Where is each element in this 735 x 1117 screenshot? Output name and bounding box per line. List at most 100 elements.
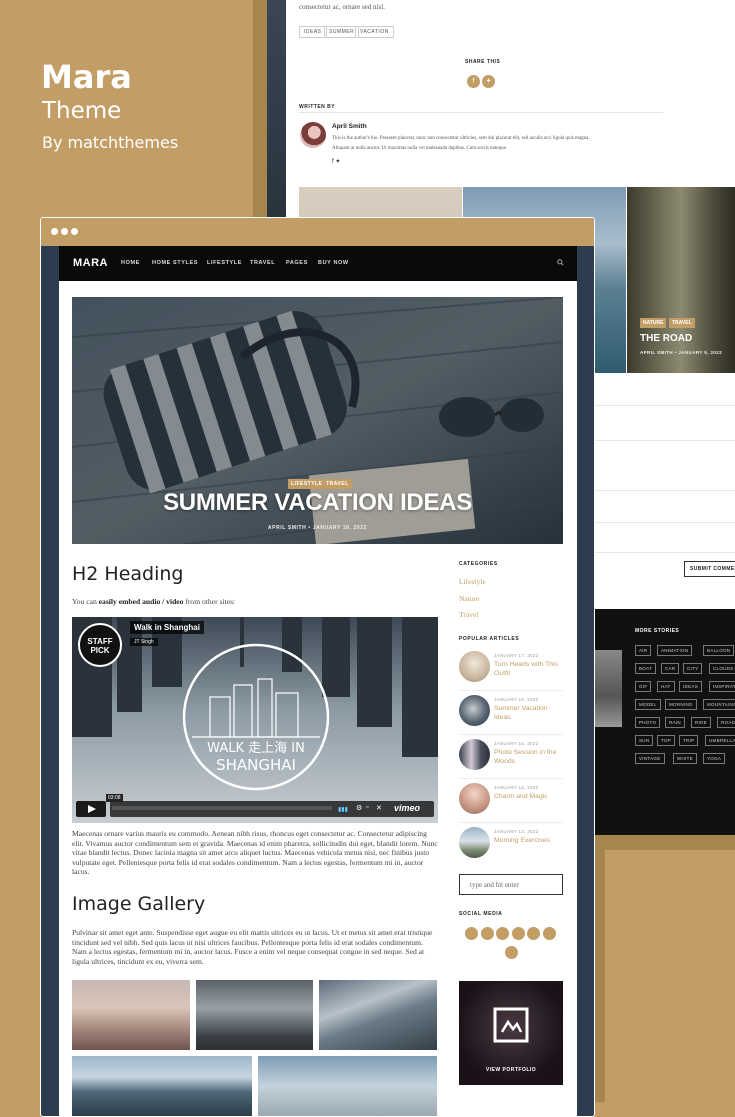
back-tag[interactable]: IDEAS [299,26,327,38]
linkedin-icon[interactable] [527,927,540,940]
more-stories-tag[interactable]: HAT [657,681,675,692]
back-tag[interactable]: VACATION [355,26,394,38]
gallery-image[interactable] [196,980,313,1050]
twitter-icon[interactable] [481,927,494,940]
vimeo-logo[interactable]: vimeo [394,803,420,813]
more-stories-tag[interactable]: TRIP [679,735,699,746]
more-stories-tag[interactable]: IDEAS [679,681,703,692]
related-chip[interactable]: NATURE [640,318,667,328]
gallery-image[interactable] [258,1056,437,1116]
more-stories-tag[interactable]: TOP [657,735,676,746]
form-field[interactable] [595,490,735,491]
back-tag[interactable]: SUMMER [324,26,360,38]
more-stories-tag[interactable]: UMBRELLA [705,735,735,746]
related-thumb-the-road[interactable]: NATURE TRAVEL THE ROAD APRIL SMITH • JAN… [627,187,735,373]
video-title[interactable]: Walk in Shanghai [130,621,204,634]
more-stories-tag[interactable]: MOUNTAINS [703,699,735,710]
gallery-image[interactable] [72,980,190,1050]
hero-image[interactable]: LIFESTYLE TRAVEL SUMMER VACATION IDEAS A… [72,297,563,544]
more-stories-tag[interactable]: SUN [635,735,654,746]
related-chip[interactable]: TRAVEL [669,318,695,328]
more-stories-tag[interactable]: ANIMATION [657,645,693,656]
volume-icon[interactable]: ▮▮▮ [338,806,348,813]
twitter-icon[interactable]: ✦ [482,75,495,88]
popular-title[interactable]: Summer Vacation Ideas [494,704,562,722]
youtube-icon[interactable] [543,927,556,940]
more-stories-tag[interactable]: MORNING [665,699,697,710]
nav-item-pages[interactable]: PAGES [286,260,308,266]
portfolio-banner[interactable]: VIEW PORTFOLIO [459,981,563,1085]
related-title[interactable]: THE ROAD [640,333,692,344]
hero-chip-lifestyle[interactable]: LIFESTYLE [288,479,326,489]
more-stories-tag[interactable]: CITY [683,663,703,674]
portfolio-label[interactable]: VIEW PORTFOLIO [459,1067,563,1073]
form-field[interactable] [595,440,735,441]
video-embed[interactable]: WALK 走上海 IN SHANGHAI STAFF PICK Walk in S… [72,617,438,823]
more-stories-tag[interactable]: INSPIRATION [709,681,735,692]
popular-title[interactable]: Charm and Magic [494,792,562,801]
category-travel[interactable]: Travel [459,610,478,619]
nav-item-lifestyle[interactable]: LIFESTYLE [207,260,242,266]
popular-article[interactable]: JANUARY 14, 2022 Charm and Magic [459,779,563,823]
sidebar-search-input[interactable]: type and hit enter [459,874,563,895]
more-stories-tag[interactable]: VINTAGE [635,753,665,764]
staff-pick-badge: STAFF PICK [78,623,122,667]
submit-comment-button[interactable]: SUBMIT COMMENT [684,561,735,577]
more-stories-tag[interactable]: GIF [635,681,652,692]
hero-chip-travel[interactable]: TRAVEL [323,479,352,489]
more-stories-tag[interactable]: RAIN [665,717,685,728]
more-stories-tag[interactable]: MODEL [635,699,661,710]
more-stories-tag[interactable]: CLOUDS [709,663,735,674]
gallery-image[interactable] [319,980,437,1050]
form-field[interactable] [595,552,735,553]
popular-title[interactable]: Photo Session in the Woods [494,748,562,766]
site-logo[interactable]: MARA [73,257,108,269]
popular-article[interactable]: JANUARY 13, 2022 Morning Exercises [459,823,563,867]
instagram-icon[interactable] [496,927,509,940]
nav-item-travel[interactable]: TRAVEL [250,260,275,266]
popular-thumb[interactable] [459,651,490,682]
nav-item-buy-now[interactable]: BUY NOW [318,260,349,266]
footer-thumb[interactable] [595,650,622,727]
more-stories-tag[interactable]: YOGA [703,753,726,764]
search-icon[interactable] [557,259,564,266]
form-field[interactable] [595,522,735,523]
settings-icon[interactable]: ⚙ [356,804,362,812]
facebook-icon[interactable]: f [467,75,480,88]
facebook-icon[interactable] [465,927,478,940]
form-field[interactable] [595,405,735,406]
popular-thumb[interactable] [459,739,490,770]
category-lifestyle[interactable]: Lifestyle [459,577,486,586]
more-stories-tag[interactable]: RIDE [691,717,711,728]
nav-item-home-styles[interactable]: HOME STYLES [152,260,198,266]
more-stories-tag[interactable]: PHOTO [635,717,661,728]
rss-icon[interactable] [505,946,518,959]
embed-text: You can easily embed audio / video from … [72,597,236,606]
video-channel[interactable]: JT Singh [130,638,158,646]
author-name[interactable]: April Smith [332,123,367,130]
category-nature[interactable]: Nature [459,594,479,603]
video-progress[interactable] [112,806,332,810]
popular-thumb[interactable] [459,695,490,726]
hero-title[interactable]: SUMMER VACATION IDEAS [72,489,563,517]
author-social-icons[interactable]: f ✦ [332,158,340,165]
more-stories-tag[interactable]: ROAD [717,717,735,728]
more-stories-tag[interactable]: CAR [661,663,680,674]
play-button[interactable] [76,801,106,817]
popular-article[interactable]: JANUARY 17, 2022 Turn Heads with This Ou… [459,647,563,691]
popular-title[interactable]: Morning Exercises [494,836,562,845]
more-stories-tag[interactable]: BALLOON [703,645,735,656]
popular-title[interactable]: Turn Heads with This Outfit [494,660,562,678]
more-stories-tag[interactable]: AIR [635,645,652,656]
pinterest-icon[interactable] [512,927,525,940]
gallery-image[interactable] [72,1056,252,1116]
fullscreen-icon[interactable]: ✕ [376,804,382,812]
pip-icon[interactable]: ▫ [366,804,368,811]
more-stories-tag[interactable]: WHITE [673,753,697,764]
popular-article[interactable]: JANUARY 16, 2022 Summer Vacation Ideas [459,691,563,735]
nav-item-home[interactable]: HOME [121,260,140,266]
more-stories-tag[interactable]: BOAT [635,663,657,674]
popular-thumb[interactable] [459,783,490,814]
popular-article[interactable]: JANUARY 15, 2022 Photo Session in the Wo… [459,735,563,779]
popular-thumb[interactable] [459,827,490,858]
